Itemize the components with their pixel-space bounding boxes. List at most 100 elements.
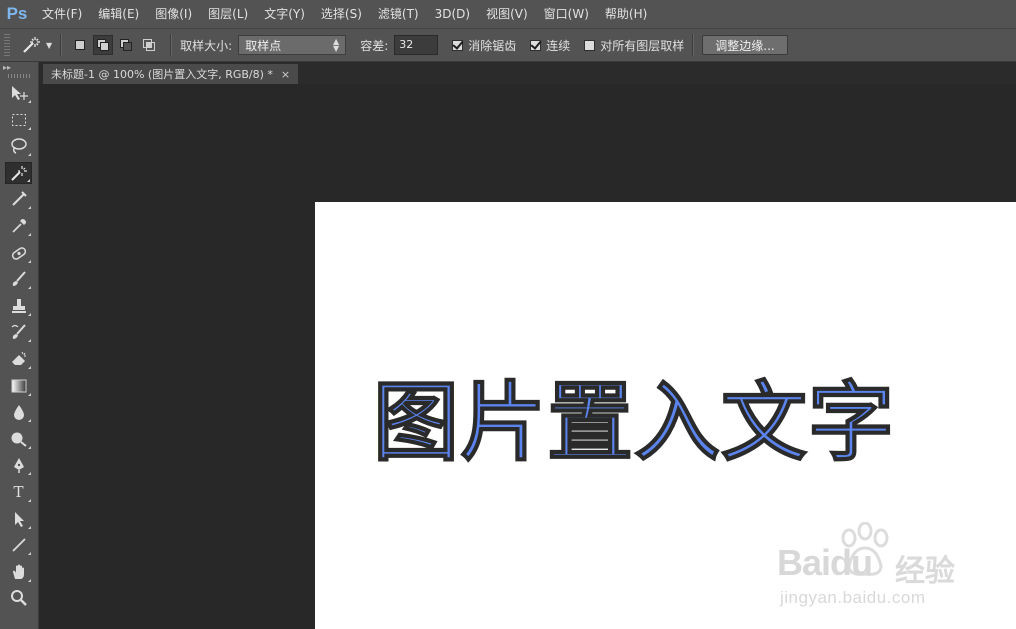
pen-tool[interactable] xyxy=(5,454,32,476)
hand-tool[interactable] xyxy=(5,561,32,583)
document-tab[interactable]: 未标题-1 @ 100% (图片置入文字, RGB/8) * × xyxy=(43,64,299,84)
refine-edge-button[interactable]: 调整边缘... xyxy=(702,35,788,55)
dodge-icon xyxy=(11,432,27,447)
submenu-corner-icon xyxy=(28,100,31,103)
panel-collapse-icon[interactable]: ▸▸ xyxy=(0,62,38,74)
document-canvas[interactable]: 图片置入文字 Baidu 经验 jingyan.baidu.com xyxy=(315,202,1016,629)
add-to-selection-button[interactable] xyxy=(93,35,114,55)
options-bar-grip[interactable] xyxy=(4,34,10,56)
type-tool[interactable]: T xyxy=(5,481,32,503)
type-icon: T xyxy=(13,482,24,501)
menu-file[interactable]: 文件(F) xyxy=(34,0,90,28)
menu-image[interactable]: 图像(I) xyxy=(147,0,200,28)
hand-icon xyxy=(12,564,24,579)
zoom-icon xyxy=(10,590,27,607)
close-icon[interactable]: × xyxy=(281,68,290,81)
history-brush-icon xyxy=(11,324,26,340)
menu-3d[interactable]: 3D(D) xyxy=(427,0,478,28)
menu-help[interactable]: 帮助(H) xyxy=(597,0,655,28)
submenu-corner-icon xyxy=(28,552,31,556)
submenu-corner-icon xyxy=(28,153,31,157)
line-icon xyxy=(11,538,26,552)
blur-icon xyxy=(13,405,24,421)
stamp-icon xyxy=(11,298,26,313)
checkbox-unchecked-icon xyxy=(584,39,596,51)
contiguous-checkbox[interactable]: 连续 xyxy=(530,37,570,54)
crop-icon xyxy=(11,191,27,207)
separator xyxy=(170,34,173,56)
clone-stamp-tool[interactable] xyxy=(5,295,32,317)
brush-tool[interactable] xyxy=(5,268,32,290)
options-bar: ▼ 取样大小: 取样点 ▲ ▼ 容差: 32 消除锯齿 连续 对所有图层取样 调整… xyxy=(0,28,1016,62)
lasso-icon xyxy=(10,138,27,154)
sample-all-layers-checkbox[interactable]: 对所有图层取样 xyxy=(584,37,684,54)
menu-bar: Ps 文件(F) 编辑(E) 图像(I) 图层(L) 文字(Y) 选择(S) 滤… xyxy=(0,0,1016,28)
submenu-corner-icon xyxy=(28,286,31,290)
path-select-icon xyxy=(14,511,24,527)
submenu-corner-icon xyxy=(28,525,31,529)
brush-icon xyxy=(12,271,26,287)
tolerance-label: 容差: xyxy=(360,38,389,53)
document-tab-bar: 未标题-1 @ 100% (图片置入文字, RGB/8) * × xyxy=(39,62,1016,84)
eraser-icon xyxy=(11,351,26,365)
submenu-corner-icon xyxy=(28,392,31,396)
submenu-corner-icon xyxy=(27,178,30,182)
antialias-checkbox[interactable]: 消除锯齿 xyxy=(452,37,516,54)
magic-wand-tool[interactable] xyxy=(5,161,32,184)
subtract-from-selection-button[interactable] xyxy=(116,35,136,55)
submenu-corner-icon xyxy=(28,472,31,476)
path-selection-tool[interactable] xyxy=(5,508,32,530)
sample-size-value: 取样点 xyxy=(245,38,282,53)
tools-panel: ▸▸ T xyxy=(0,62,39,629)
intersect-selection-button[interactable] xyxy=(139,35,159,55)
selected-text-layer[interactable]: 图片置入文字 xyxy=(372,379,895,467)
separator xyxy=(60,34,63,56)
move-tool[interactable] xyxy=(5,82,32,104)
new-selection-button[interactable] xyxy=(70,35,90,55)
submenu-corner-icon xyxy=(28,445,31,449)
menu-window[interactable]: 窗口(W) xyxy=(536,0,597,28)
photoshop-logo: Ps xyxy=(6,4,28,23)
submenu-corner-icon xyxy=(28,206,31,210)
crop-tool[interactable] xyxy=(5,188,32,210)
sample-size-select[interactable]: 取样点 ▲ ▼ xyxy=(238,35,347,55)
checkbox-checked-icon xyxy=(452,39,464,51)
submenu-corner-icon xyxy=(28,498,31,502)
blur-tool[interactable] xyxy=(5,401,32,423)
tools-panel-grip[interactable] xyxy=(8,74,30,78)
eyedropper-tool[interactable] xyxy=(5,215,32,237)
healing-brush-tool[interactable] xyxy=(5,242,32,264)
zoom-tool[interactable] xyxy=(5,587,32,609)
gradient-tool[interactable] xyxy=(5,375,32,397)
menu-edit[interactable]: 编辑(E) xyxy=(90,0,147,28)
workspace: 图片置入文字 Baidu 经验 jingyan.baidu.com xyxy=(39,84,1016,629)
tool-preset-picker[interactable]: ▼ xyxy=(20,35,52,55)
menu-type[interactable]: 文字(Y) xyxy=(256,0,313,28)
history-brush-tool[interactable] xyxy=(5,321,32,343)
contiguous-label: 连续 xyxy=(546,38,571,53)
healing-icon xyxy=(11,246,26,260)
submenu-corner-icon xyxy=(28,312,31,316)
menu-select[interactable]: 选择(S) xyxy=(313,0,370,28)
marquee-tool[interactable] xyxy=(5,109,32,131)
lasso-tool[interactable] xyxy=(5,135,32,157)
eraser-tool[interactable] xyxy=(5,348,32,370)
magic-wand-icon xyxy=(10,165,27,181)
tolerance-input[interactable]: 32 xyxy=(394,35,439,55)
separator xyxy=(692,34,695,56)
antialias-label: 消除锯齿 xyxy=(468,38,517,53)
menu-filter[interactable]: 滤镜(T) xyxy=(370,0,427,28)
menu-view[interactable]: 视图(V) xyxy=(478,0,536,28)
watermark-url: jingyan.baidu.com xyxy=(780,588,926,607)
watermark-brand: Baidu xyxy=(777,542,873,583)
move-icon xyxy=(11,86,28,100)
dodge-tool[interactable] xyxy=(5,428,32,450)
chevron-down-icon: ▼ xyxy=(46,40,53,50)
menu-layer[interactable]: 图层(L) xyxy=(200,0,256,28)
pen-icon xyxy=(13,458,24,474)
new-selection-icon xyxy=(75,40,86,50)
submenu-corner-icon xyxy=(28,578,31,582)
line-tool[interactable] xyxy=(5,534,32,556)
checkbox-checked-icon xyxy=(530,39,542,51)
intersect-selection-icon xyxy=(143,39,156,51)
